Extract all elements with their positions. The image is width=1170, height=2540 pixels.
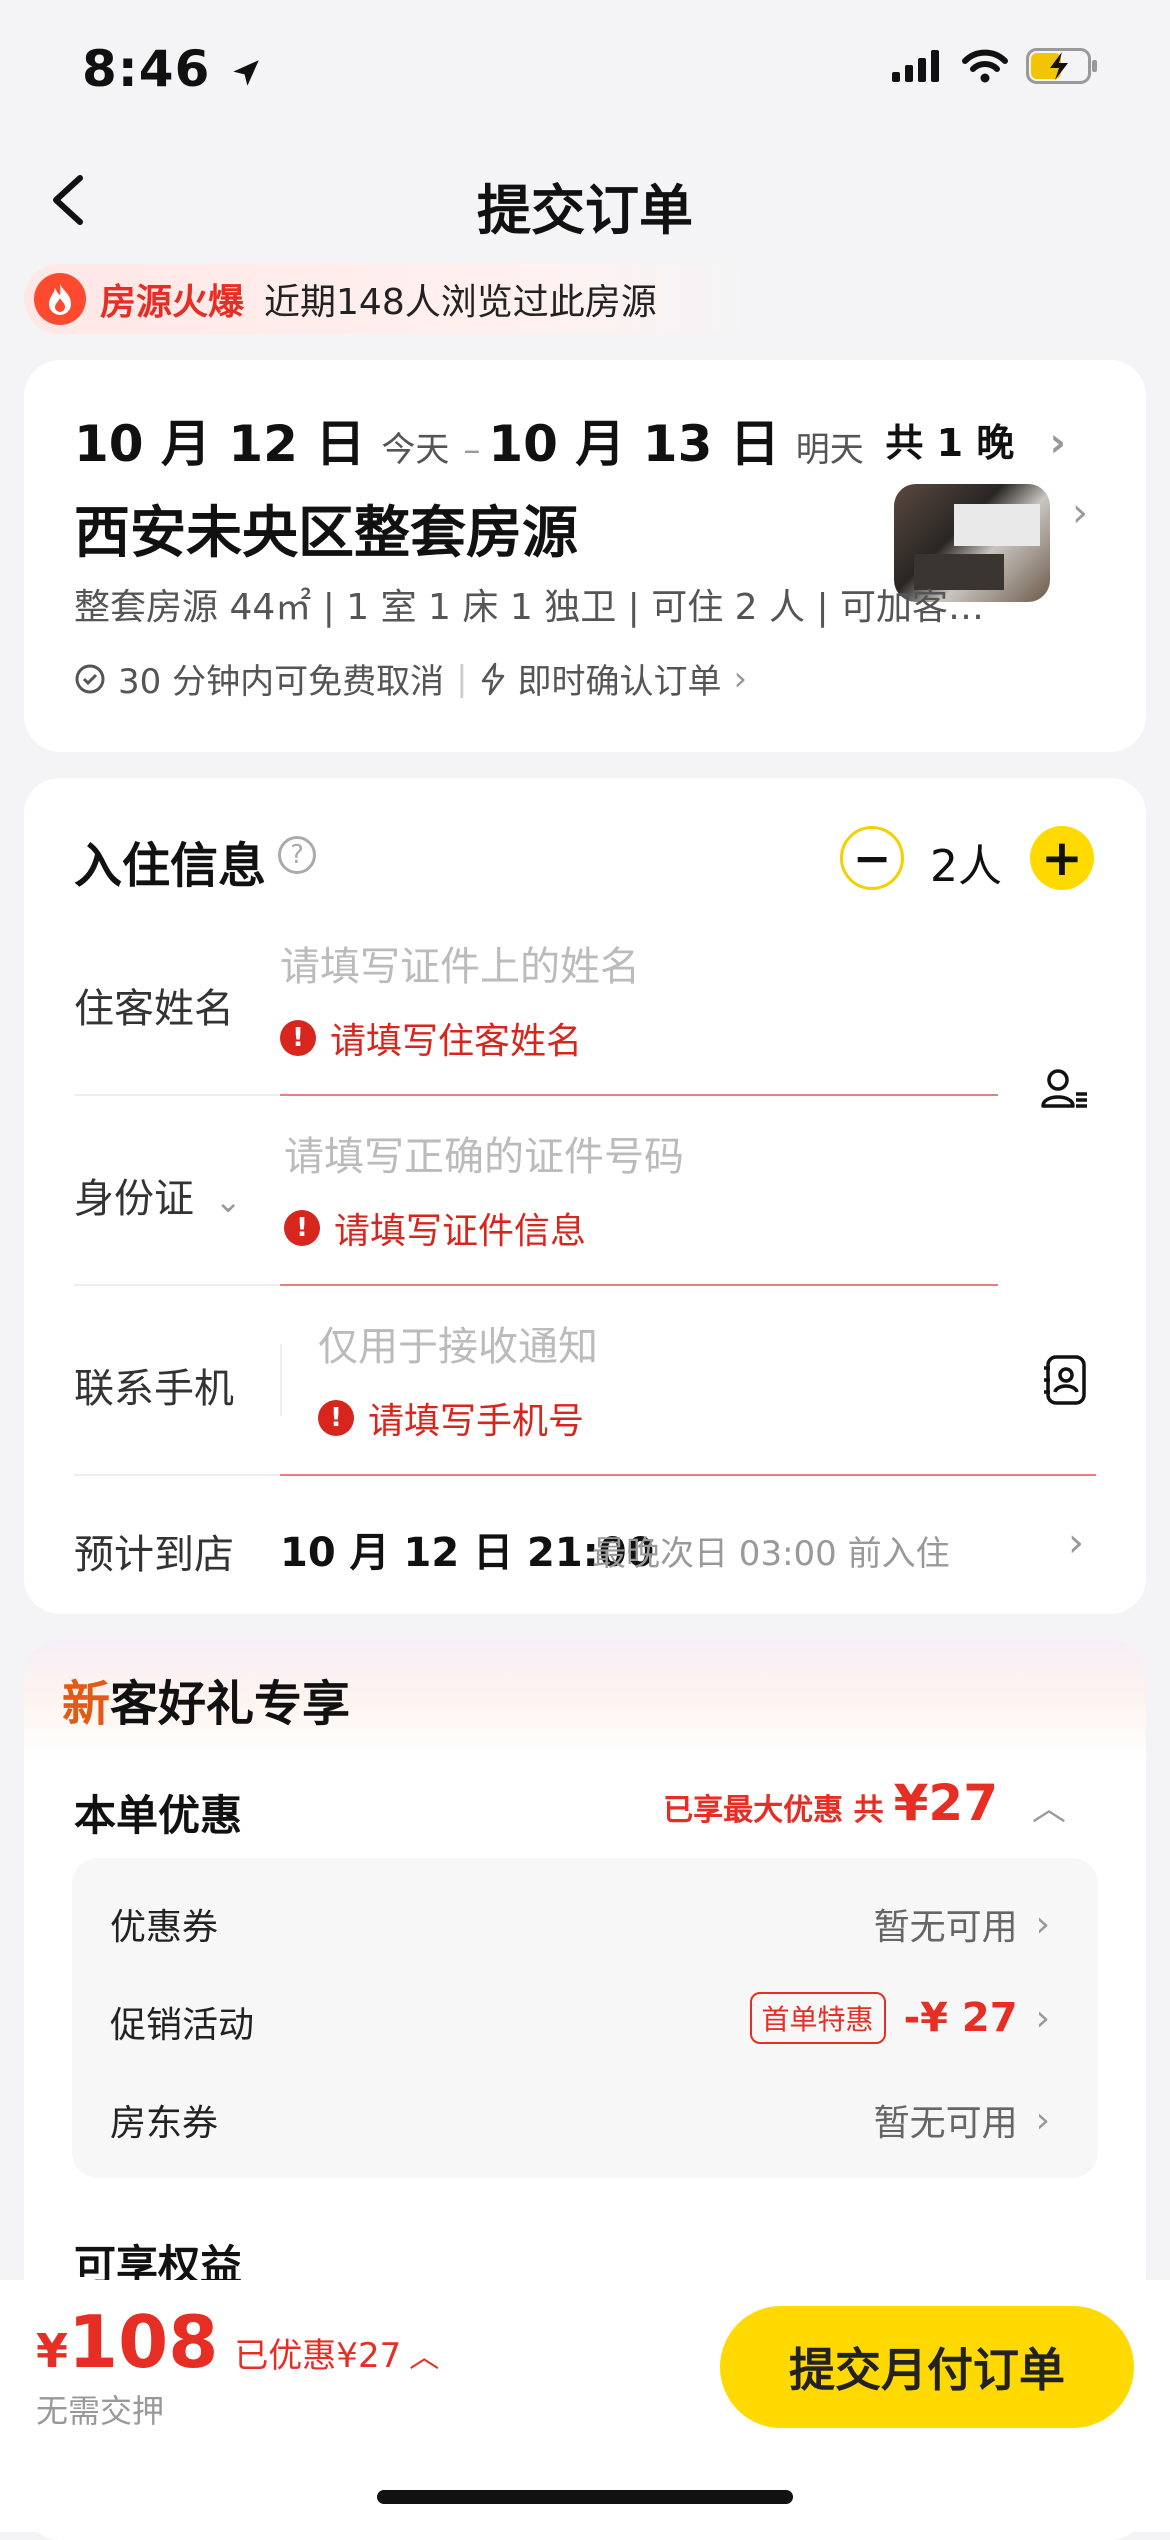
host-coupon-label: 房东券 xyxy=(110,2103,219,2144)
chevron-right-icon: › xyxy=(1035,1997,1050,2039)
deposit-note: 无需交押 xyxy=(36,2392,165,2430)
wifi-icon xyxy=(962,49,1008,83)
submit-order-button[interactable]: 提交月付订单 xyxy=(720,2306,1134,2428)
guest-decrement-button[interactable]: − xyxy=(840,826,904,890)
discount-summary[interactable]: 已享最大优惠 共 ¥27 ︿ xyxy=(663,1774,1066,1832)
address-book-icon[interactable] xyxy=(1042,1354,1090,1406)
stay-dates: 10 月 12 日 今天 – 10 月 13 日 明天 xyxy=(74,404,878,476)
phone-underline xyxy=(280,1474,1096,1476)
chevron-down-icon: ⌄ xyxy=(214,1182,242,1220)
hot-text: 近期148人浏览过此房源 xyxy=(264,282,657,323)
guest-name-underline xyxy=(280,1094,998,1096)
guest-name-label: 住客姓名 xyxy=(74,986,234,1032)
guest-count: 2人 xyxy=(930,841,1002,892)
id-type-select[interactable]: 身份证 ⌄ xyxy=(74,1166,242,1224)
arrival-label: 预计到店 xyxy=(74,1532,234,1578)
guest-increment-button[interactable]: + xyxy=(1030,826,1094,890)
host-coupon-row[interactable]: 暂无可用 › xyxy=(874,2094,1050,2146)
checkin-tag: 今天 xyxy=(381,430,450,470)
error-icon: ! xyxy=(318,1400,354,1436)
first-order-badge: 首单特惠 xyxy=(749,1992,886,2044)
guest-name-error: ! 请填写住客姓名 xyxy=(280,1012,582,1064)
policy-row[interactable]: 30 分钟内可免费取消 | 即时确认订单 › xyxy=(74,654,747,703)
chevron-right-icon: › xyxy=(733,658,748,699)
status-time: 8:46 xyxy=(82,40,263,98)
contact-select-icon[interactable] xyxy=(1040,1066,1090,1116)
coupon-row[interactable]: 暂无可用 › xyxy=(874,1898,1050,1950)
chevron-right-icon: › xyxy=(1072,490,1088,536)
instant-confirm-text: 即时确认订单 xyxy=(517,662,722,702)
home-indicator xyxy=(377,2490,793,2504)
hot-listing-banner: 房源火爆 近期148人浏览过此房源 xyxy=(24,264,754,334)
promotion-amount: -¥ 27 xyxy=(903,1995,1018,2041)
coupon-label: 优惠券 xyxy=(110,1907,219,1948)
arrival-note: 最晚次日 03:00 前入住 xyxy=(592,1534,950,1574)
guest-name-input[interactable]: 请填写证件上的姓名 xyxy=(280,934,640,992)
error-icon: ! xyxy=(280,1020,316,1056)
id-error: ! 请填写证件信息 xyxy=(284,1202,586,1254)
hot-tag: 房源火爆 xyxy=(100,282,245,323)
checkin-date: 10 月 12 日 xyxy=(74,415,366,473)
lightning-icon xyxy=(481,662,504,695)
battery-charging-icon xyxy=(1026,48,1097,84)
new-customer-banner: 新客好礼专享 xyxy=(62,1676,351,1732)
phone-label: 联系手机 xyxy=(74,1366,234,1412)
checkout-date: 10 月 13 日 xyxy=(488,415,780,473)
total-price[interactable]: ¥ 108 已优惠¥27 ︿ xyxy=(36,2300,439,2384)
nights-count[interactable]: 共 1 晚 › xyxy=(885,412,1066,467)
chevron-right-icon: › xyxy=(1035,2099,1050,2141)
page-title: 提交订单 xyxy=(477,179,693,242)
chevron-right-icon[interactable]: › xyxy=(1068,1520,1084,1566)
flame-icon xyxy=(34,273,86,325)
order-discount-title: 本单优惠 xyxy=(74,1791,243,1840)
free-cancel-text: 30 分钟内可免费取消 xyxy=(118,662,445,702)
checkin-info-title: 入住信息 xyxy=(74,838,267,894)
help-icon[interactable]: ? xyxy=(278,836,316,874)
chevron-up-icon: ︿ xyxy=(409,2340,440,2375)
id-number-input[interactable]: 请填写正确的证件号码 xyxy=(284,1124,684,1182)
location-arrow-icon xyxy=(233,60,259,86)
promotion-row[interactable]: 首单特惠 -¥ 27 › xyxy=(749,1992,1050,2044)
check-circle-icon xyxy=(75,664,105,693)
listing-title[interactable]: 西安未央区整套房源 xyxy=(74,488,578,569)
promotion-label: 促销活动 xyxy=(110,2005,255,2046)
date-separator: – xyxy=(463,430,481,470)
listing-specs: 整套房源 44㎡ | 1 室 1 床 1 独卫 | 可住 2 人 | 可加客… xyxy=(74,587,985,628)
chevron-up-icon: ︿ xyxy=(1032,1789,1066,1829)
checkout-tag: 明天 xyxy=(795,430,864,470)
phone-input[interactable]: 仅用于接收通知 xyxy=(318,1314,598,1372)
saved-amount: 已优惠¥27 xyxy=(234,2336,402,2376)
id-underline xyxy=(280,1284,998,1286)
phone-error: ! 请填写手机号 xyxy=(318,1392,584,1444)
chevron-right-icon: › xyxy=(1049,420,1066,466)
error-icon: ! xyxy=(284,1210,320,1246)
status-icons xyxy=(892,48,1100,84)
signal-icon xyxy=(892,50,939,82)
chevron-right-icon: › xyxy=(1035,1903,1050,1945)
